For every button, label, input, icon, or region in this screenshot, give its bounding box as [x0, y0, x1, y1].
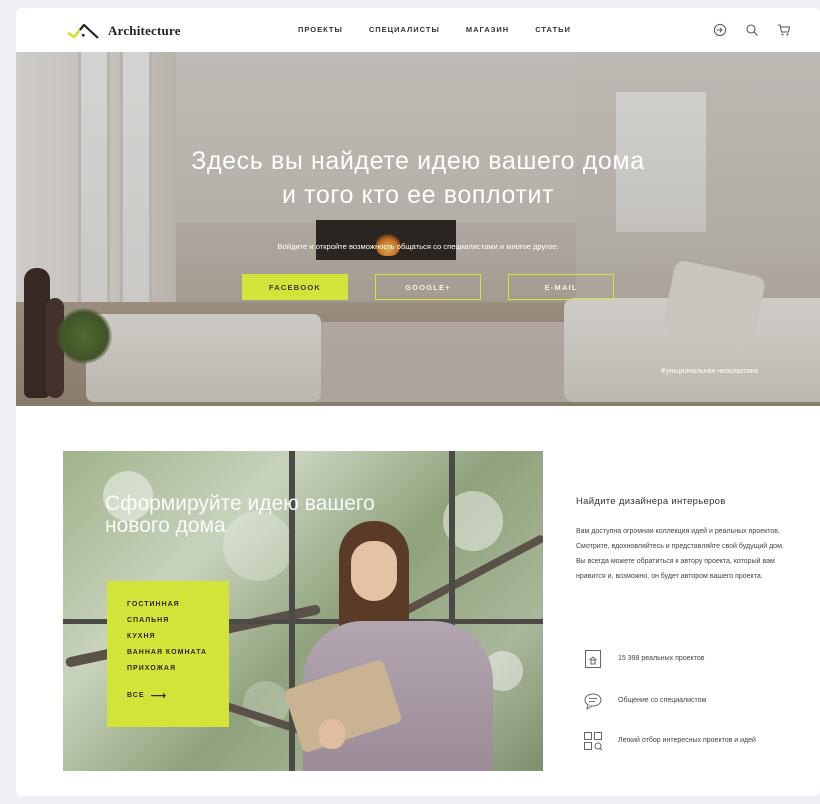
login-buttons: FACEBOOK GOOGLE+ E-MAIL	[242, 274, 641, 300]
chat-icon	[582, 690, 604, 712]
arrow-right-icon: ⟶	[150, 690, 168, 702]
nav-item-articles[interactable]: СТАТЬИ	[535, 25, 571, 34]
feature-text: 15 398 реальных проектов	[618, 655, 705, 662]
category-menu: ГОСТИННАЯ СПАЛЬНЯ КУХНЯ ВАННАЯ КОМНАТА П…	[107, 581, 229, 727]
feature-text: Легкий отбор интересных проектов и идей	[618, 737, 756, 744]
category-hallway[interactable]: ПРИХОЖАЯ	[127, 665, 229, 681]
designer-title: Найдите дизайнера интерьеров	[576, 496, 726, 507]
roof-logo-icon	[67, 23, 99, 39]
site-header: Architecture ПРОЕКТЫ СПЕЦИАЛИСТЫ МАГАЗИН…	[16, 8, 820, 52]
nav-item-shop[interactable]: МАГАЗИН	[466, 25, 509, 34]
logo-text: Architecture	[108, 23, 181, 38]
hero-title-line: и того кто ее воплотит	[281, 181, 555, 209]
ideas-photo: Сформируйте идею вашего нового дома ГОСТ…	[63, 451, 543, 771]
woman-face	[351, 541, 397, 601]
nav-item-specialists[interactable]: СПЕЦИАЛИСТЫ	[369, 25, 440, 34]
login-icon[interactable]	[712, 22, 728, 38]
ideas-title: Сформируйте идею вашего нового дома	[105, 492, 375, 537]
search-icon[interactable]	[744, 22, 760, 38]
logo[interactable]: Architecture	[66, 21, 181, 41]
category-all-label: ВСЕ	[127, 692, 145, 699]
grid-icon	[582, 730, 604, 752]
facebook-button[interactable]: FACEBOOK	[242, 274, 348, 300]
category-bedroom[interactable]: СПАЛЬНЯ	[127, 617, 229, 633]
google-button[interactable]: GOOGLE+	[375, 274, 481, 300]
category-living-room[interactable]: ГОСТИННАЯ	[127, 601, 229, 617]
hero-subtitle: Войдите и откройте возможность общаться …	[277, 242, 559, 251]
hero-caption[interactable]: Функциональная неоклассика	[661, 368, 758, 375]
feature-selection: Легкий отбор интересных проектов и идей	[582, 730, 788, 752]
nav-item-projects[interactable]: ПРОЕКТЫ	[298, 25, 343, 34]
category-kitchen[interactable]: КУХНЯ	[127, 633, 229, 649]
email-button[interactable]: E-MAIL	[508, 274, 614, 300]
hero-title: Здесь вы найдете идею вашего дома и того…	[16, 144, 820, 212]
category-all-link[interactable]: ВСЕ ⟶	[127, 689, 229, 702]
cart-icon[interactable]	[776, 22, 792, 38]
designer-text: Вам доступна огромная коллекция идей и р…	[576, 528, 784, 580]
house-icon	[582, 648, 604, 670]
hand	[319, 719, 345, 749]
hero-overlay	[16, 52, 820, 406]
hero-banner: Здесь вы найдете идею вашего дома и того…	[16, 52, 820, 406]
page-card: Architecture ПРОЕКТЫ СПЕЦИАЛИСТЫ МАГАЗИН…	[16, 8, 820, 796]
feature-projects: 15 398 реальных проектов	[582, 648, 704, 670]
main-nav: ПРОЕКТЫ СПЕЦИАЛИСТЫ МАГАЗИН СТАТЬИ	[298, 25, 597, 34]
hero-title-line: Здесь вы найдете идею вашего дома	[191, 147, 645, 175]
category-bathroom[interactable]: ВАННАЯ КОМНАТА	[127, 649, 229, 665]
header-icons	[696, 22, 792, 38]
feature-chat: Общение со специалистом	[582, 690, 706, 712]
feature-text: Общение со специалистом	[618, 697, 707, 704]
